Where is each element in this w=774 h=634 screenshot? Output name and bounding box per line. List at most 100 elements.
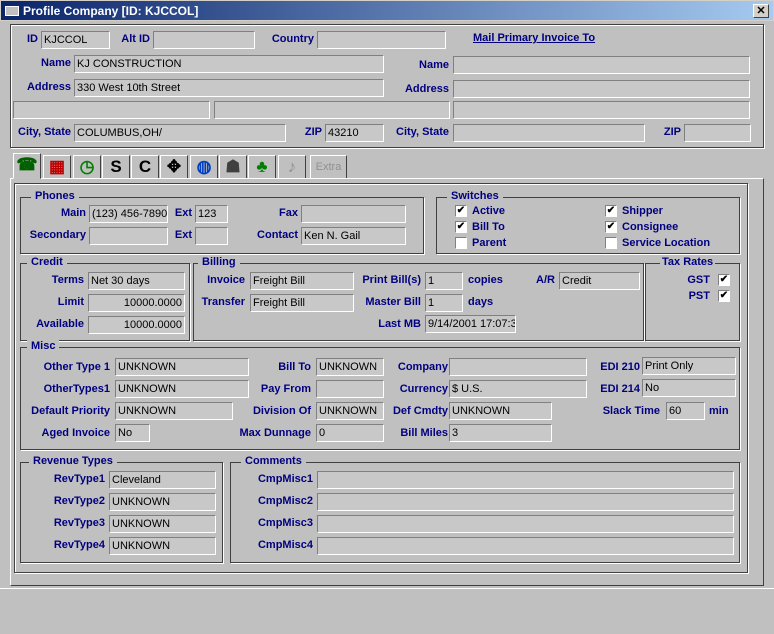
tab-phone[interactable]: ☎ <box>13 153 41 179</box>
def-cmdty-field[interactable]: UNKNOWN <box>449 402 552 420</box>
name-label: Name <box>41 57 71 69</box>
revtype-field[interactable]: UNKNOWN <box>109 515 216 533</box>
revtype-label: RevType4 <box>53 539 105 551</box>
mail-city-label: City, State <box>396 126 449 138</box>
slack-time-field[interactable]: 60 <box>666 402 705 420</box>
tab-globe[interactable]: ◍ <box>190 155 218 179</box>
country-label: Country <box>271 33 314 45</box>
ext2-label: Ext <box>174 229 192 241</box>
revtype-label: RevType3 <box>53 517 105 529</box>
last-mb-field[interactable]: 9/14/2001 17:07:3 <box>425 315 516 333</box>
mail-address2-field[interactable] <box>453 101 750 119</box>
available-field[interactable]: 10000.0000 <box>88 316 185 334</box>
max-dunnage-field[interactable]: 0 <box>316 424 384 442</box>
country-field[interactable] <box>317 31 446 49</box>
pst-checkbox[interactable]: ✔ <box>718 290 730 302</box>
switch-label: Consignee <box>622 221 679 233</box>
pay-from-field[interactable] <box>316 380 384 398</box>
transfer-field[interactable]: Freight Bill <box>250 294 354 312</box>
gst-checkbox[interactable]: ✔ <box>718 274 730 286</box>
ext-field[interactable]: 123 <box>195 205 228 223</box>
contact-label: Contact <box>257 229 298 241</box>
tab-s[interactable]: S <box>102 155 130 179</box>
tab-calendar[interactable]: ▦ <box>43 155 71 179</box>
address-field[interactable]: 330 West 10th Street <box>74 79 384 97</box>
misc-billto-field[interactable]: UNKNOWN <box>316 358 384 376</box>
print-bills-field[interactable]: 1 <box>425 272 463 290</box>
contact-field[interactable]: Ken N. Gail <box>301 227 406 245</box>
ext2-field[interactable] <box>195 227 228 245</box>
tab-hierarchy[interactable]: ♣ <box>248 155 276 179</box>
mail-address-field[interactable] <box>453 80 750 98</box>
revtype-field[interactable]: UNKNOWN <box>109 493 216 511</box>
phone-icon: ☎ <box>16 155 38 174</box>
address2-field[interactable] <box>13 101 210 119</box>
max-dunnage-label: Max Dunnage <box>239 427 311 439</box>
edi214-field[interactable]: No <box>642 379 736 397</box>
edi210-field[interactable]: Print Only <box>642 357 736 375</box>
revtype-label: RevType1 <box>53 473 105 485</box>
mail-primary-invoice-link[interactable]: Mail Primary Invoice To <box>473 32 595 44</box>
secondary-phone-label: Secondary <box>29 229 86 241</box>
other-type1-field[interactable]: UNKNOWN <box>115 358 249 376</box>
main-phone-field[interactable]: (123) 456-7890 <box>89 205 168 223</box>
altid-field[interactable] <box>153 31 255 49</box>
tab-c[interactable]: C <box>131 155 159 179</box>
company-label: Company <box>397 361 448 373</box>
tab-move[interactable]: ✥ <box>160 155 188 179</box>
switch-active-checkbox[interactable]: ✔ <box>455 205 467 217</box>
aged-invoice-field[interactable]: No <box>115 424 150 442</box>
master-bill-field[interactable]: 1 <box>425 294 463 312</box>
mail-zip-field[interactable] <box>684 124 751 142</box>
terms-label: Terms <box>51 274 84 286</box>
switch-consignee-checkbox[interactable]: ✔ <box>605 221 617 233</box>
tab-music[interactable]: ♪ <box>278 155 306 179</box>
revtype-field[interactable]: UNKNOWN <box>109 537 216 555</box>
secondary-phone-field[interactable] <box>89 227 168 245</box>
switch-shipper-checkbox[interactable]: ✔ <box>605 205 617 217</box>
tab-graduation[interactable]: ☗ <box>219 155 247 179</box>
division-of-field[interactable]: UNKNOWN <box>316 402 384 420</box>
switch-service-location-checkbox[interactable] <box>605 237 617 249</box>
invoice-label: Invoice <box>207 274 245 286</box>
switch-parent-checkbox[interactable] <box>455 237 467 249</box>
misc-title: Misc <box>27 340 60 352</box>
graduation-icon: ☗ <box>225 157 241 176</box>
fax-field[interactable] <box>301 205 406 223</box>
currency-field[interactable]: $ U.S. <box>449 380 587 398</box>
cmpmisc-label: CmpMisc4 <box>257 539 313 551</box>
zip-field[interactable]: 43210 <box>325 124 384 142</box>
company-field[interactable] <box>449 358 587 376</box>
other-type1-label: Other Type 1 <box>43 361 110 373</box>
terms-field[interactable]: Net 30 days <box>88 272 185 290</box>
tab-clock[interactable]: ◷ <box>73 155 101 179</box>
bill-miles-field[interactable]: 3 <box>449 424 552 442</box>
aged-invoice-label: Aged Invoice <box>41 427 110 439</box>
cmpmisc-field[interactable] <box>317 537 734 555</box>
cmpmisc-field[interactable] <box>317 471 734 489</box>
phones-title: Phones <box>31 190 79 202</box>
other-types1-field[interactable]: UNKNOWN <box>115 380 249 398</box>
cmpmisc-field[interactable] <box>317 515 734 533</box>
cmpmisc-field[interactable] <box>317 493 734 511</box>
id-field[interactable]: KJCCOL <box>41 31 110 49</box>
city-field[interactable]: COLUMBUS,OH/ <box>74 124 286 142</box>
switch-label: Shipper <box>622 205 663 217</box>
s-icon: S <box>110 157 122 176</box>
switch-label: Parent <box>472 237 507 249</box>
clock-icon: ◷ <box>79 157 95 176</box>
mail-city-field[interactable] <box>453 124 645 142</box>
invoice-field[interactable]: Freight Bill <box>250 272 354 290</box>
limit-field[interactable]: 10000.0000 <box>88 294 185 312</box>
window-title: Profile Company [ID: KJCCOL] <box>23 4 199 18</box>
tab-extra[interactable]: Extra <box>310 155 347 179</box>
mail-name-field[interactable] <box>453 56 750 74</box>
cmpmisc-label: CmpMisc3 <box>257 517 313 529</box>
ar-field[interactable]: Credit <box>559 272 640 290</box>
revtype-field[interactable]: Cleveland <box>109 471 216 489</box>
address3-field[interactable] <box>214 101 450 119</box>
switch-bill-to-checkbox[interactable]: ✔ <box>455 221 467 233</box>
default-priority-field[interactable]: UNKNOWN <box>115 402 233 420</box>
name-field[interactable]: KJ CONSTRUCTION <box>74 55 384 73</box>
close-button[interactable]: ✕ <box>753 4 769 18</box>
